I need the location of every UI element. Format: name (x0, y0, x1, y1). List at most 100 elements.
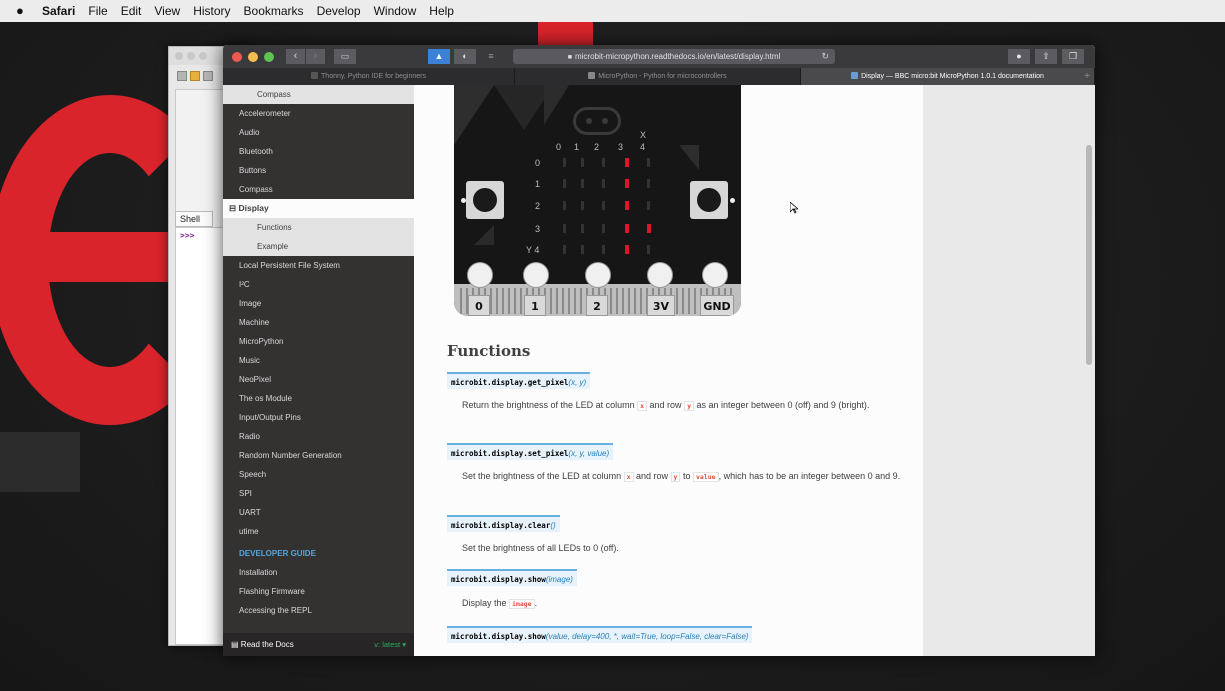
inline-code: image (509, 599, 535, 609)
safari-window[interactable]: ‹ › ▭ ▲ ◐ ≡ ■ microbit-micropython.readth… (223, 45, 1095, 656)
nav-item-display[interactable]: ⊟ Display (223, 199, 414, 218)
tabs-overview-icon[interactable]: ❐ (1062, 49, 1084, 64)
apple-menu-icon[interactable]: ● (16, 4, 28, 18)
new-file-icon[interactable] (177, 71, 187, 81)
tab-thonny[interactable]: Thonny, Python IDE for beginners (223, 68, 515, 85)
col-label: 3 (618, 142, 624, 152)
nav-item-os-module[interactable]: The os Module (223, 389, 414, 408)
edge-comb-tooth (496, 288, 498, 314)
menu-bookmarks[interactable]: Bookmarks (244, 4, 304, 18)
menu-window[interactable]: Window (374, 4, 417, 18)
tab-display-docs[interactable]: Display — BBC micro:bit MicroPython 1.0.… (801, 68, 1095, 85)
version-selector[interactable]: v: latest ▾ (374, 640, 406, 649)
nav-item-compass-sub[interactable]: Compass (223, 85, 414, 104)
nav-item-uart[interactable]: UART (223, 503, 414, 522)
led-off (563, 224, 566, 233)
nav-item-compass[interactable]: Compass (223, 180, 414, 199)
function-signature-get-pixel[interactable]: microbit.display.get_pixel(x, y) (447, 372, 591, 389)
new-tab-icon[interactable]: + (1084, 68, 1090, 85)
axis-x-label: X (640, 130, 647, 140)
window-button-icon[interactable] (175, 52, 183, 60)
nav-item-neopixel[interactable]: NeoPixel (223, 370, 414, 389)
zoom-window-icon[interactable] (264, 51, 274, 62)
menu-view[interactable]: View (154, 4, 180, 18)
tab-label: Display — BBC micro:bit MicroPython 1.0.… (861, 73, 1044, 80)
menu-edit[interactable]: Edit (121, 4, 142, 18)
function-name: microbit.display.set_pixel (451, 449, 569, 458)
edge-comb-tooth (502, 288, 504, 314)
function-name: microbit.display.clear (451, 521, 551, 530)
pin-ring-2 (585, 262, 611, 288)
nav-item-io-pins[interactable]: Input/Output Pins (223, 408, 414, 427)
collapse-icon[interactable]: ⊟ (229, 203, 236, 213)
tab-micropython[interactable]: MicroPython - Python for microcontroller… (515, 68, 801, 85)
close-window-icon[interactable] (232, 51, 242, 62)
menu-history[interactable]: History (193, 4, 230, 18)
function-signature-show-value[interactable]: microbit.display.show(value, delay=400, … (447, 626, 753, 643)
shell-tab[interactable]: Shell (175, 211, 213, 227)
nav-item-music[interactable]: Music (223, 351, 414, 370)
nav-item-accelerometer[interactable]: Accelerometer (223, 104, 414, 123)
micropython-favicon-icon (588, 72, 596, 79)
function-desc-show-image: Display the image. (462, 595, 912, 612)
nav-item-buttons[interactable]: Buttons (223, 161, 414, 180)
reader-icon[interactable]: ≡ (480, 49, 502, 64)
nav-item-speech[interactable]: Speech (223, 465, 414, 484)
nav-item-bluetooth[interactable]: Bluetooth (223, 142, 414, 161)
download-icon[interactable]: ● (1008, 49, 1030, 64)
button-b (690, 181, 728, 219)
nav-item-machine[interactable]: Machine (223, 313, 414, 332)
nav-item-spi[interactable]: SPI (223, 484, 414, 503)
share-icon[interactable]: ⇧ (1035, 49, 1057, 64)
minimize-window-icon[interactable] (248, 51, 258, 62)
window-button-icon[interactable] (187, 52, 195, 60)
row-label: 1 (535, 179, 541, 189)
page-scrollbar[interactable] (1086, 145, 1092, 365)
nav-item-example[interactable]: Example (223, 237, 414, 256)
button-b-icon (697, 188, 721, 212)
sidebar-toggle-icon[interactable]: ▭ (334, 49, 356, 64)
nav-item-installation[interactable]: Installation (223, 563, 414, 582)
nav-item-functions[interactable]: Functions (223, 218, 414, 237)
nav-item-image[interactable]: Image (223, 294, 414, 313)
led-off (602, 158, 605, 167)
nav-item-accessing-repl[interactable]: Accessing the REPL (223, 601, 414, 620)
led-lit (625, 245, 629, 254)
function-signature-show-image[interactable]: microbit.display.show(image) (447, 569, 577, 586)
menu-app-name[interactable]: Safari (42, 4, 75, 18)
pin-label-1: 1 (524, 295, 546, 316)
led-lit (625, 158, 629, 167)
nav-item-radio[interactable]: Radio (223, 427, 414, 446)
edge-comb-tooth (682, 288, 684, 314)
privacy-icon[interactable]: ◐ (454, 49, 476, 64)
nav-item-random[interactable]: Random Number Generation (223, 446, 414, 465)
function-signature-clear[interactable]: microbit.display.clear() (447, 515, 560, 532)
open-folder-icon[interactable] (190, 71, 200, 81)
edge-comb-tooth (568, 288, 570, 314)
nav-item-micropython[interactable]: MicroPython (223, 332, 414, 351)
function-signature-set-pixel[interactable]: microbit.display.set_pixel(x, y, value) (447, 443, 614, 460)
led-off (647, 201, 650, 210)
edge-comb-tooth (460, 288, 462, 314)
menu-help[interactable]: Help (429, 4, 454, 18)
save-icon[interactable] (203, 71, 213, 81)
nav-item-utime[interactable]: utime (223, 522, 414, 541)
window-button-icon[interactable] (199, 52, 207, 60)
back-arrow-icon[interactable]: ‹ (286, 49, 306, 64)
menu-develop[interactable]: Develop (317, 4, 361, 18)
nav-item-flashing-firmware[interactable]: Flashing Firmware (223, 582, 414, 601)
address-bar[interactable]: ■ microbit-micropython.readthedocs.io/en/… (513, 49, 835, 64)
nav-item-audio[interactable]: Audio (223, 123, 414, 142)
led-off (563, 245, 566, 254)
rtd-version-footer[interactable]: ▤ Read the Docs v: latest ▾ (223, 633, 414, 656)
nav-item-filesystem[interactable]: Local Persistent File System (223, 256, 414, 275)
extension-icon[interactable]: ▲ (428, 49, 450, 64)
menu-file[interactable]: File (88, 4, 107, 18)
nav-item-i2c[interactable]: I²C (223, 275, 414, 294)
reload-icon[interactable]: ↻ (821, 49, 829, 64)
inline-code: y (684, 401, 694, 411)
nav-item-label: Display (238, 203, 269, 213)
forward-arrow-icon[interactable]: › (306, 49, 326, 64)
desc-text: and row (647, 400, 685, 410)
rtd-footer-label-wrap: ▤ Read the Docs (231, 640, 294, 649)
